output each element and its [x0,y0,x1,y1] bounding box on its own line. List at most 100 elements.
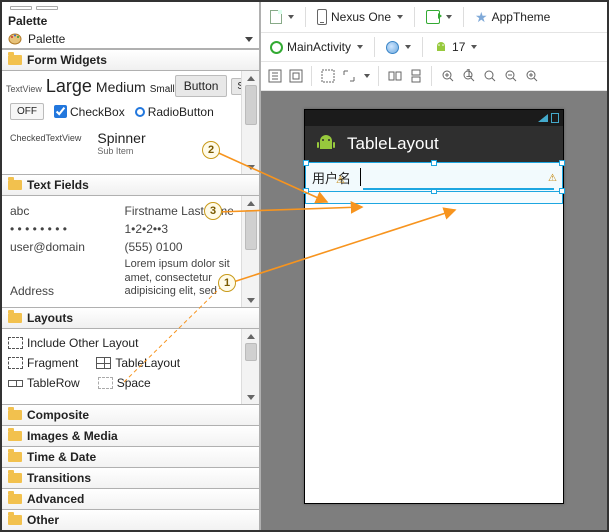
scroll-up-icon[interactable] [247,76,255,81]
section-title: Images & Media [27,429,118,443]
warning-icon[interactable]: ⚠ [548,173,558,183]
tf-address[interactable]: Address [10,284,119,298]
palette-label: Palette [28,32,65,46]
section-composite[interactable]: Composite [2,404,259,425]
section-title: Advanced [27,492,84,506]
orientation-icon [426,10,440,24]
layout-tablerow[interactable]: TableRow [8,376,80,390]
preview-panel: Nexus One ★ AppTheme MainActivity [260,2,607,530]
form-widgets-scrollbar[interactable] [241,71,259,174]
textview-label[interactable]: TextView [6,84,42,94]
orientation-chooser[interactable] [423,7,455,27]
section-images-media[interactable]: Images & Media [2,425,259,446]
layout-label: Space [117,376,151,390]
toggle-viewport-icon[interactable] [267,69,282,84]
warning-icon[interactable]: ⚠ [336,175,346,185]
section-transitions[interactable]: Transitions [2,467,259,488]
text-large[interactable]: Large [46,76,92,97]
folder-icon [8,452,22,462]
folder-icon [8,515,22,525]
layout-orient-h-icon[interactable] [387,69,402,84]
section-other[interactable]: Other [2,509,259,530]
edittext-widget[interactable] [363,164,554,190]
checked-textview[interactable]: CheckedTextView [10,133,81,143]
scroll-up-icon[interactable] [247,201,255,206]
tf-email[interactable]: user@domain [10,240,119,254]
fragment-icon [8,357,23,369]
config-toolbar-2: MainActivity 17 [261,33,607,62]
resize-handle[interactable] [559,160,565,166]
status-bar [305,110,563,126]
checkbox-input[interactable] [54,105,67,118]
scroll-thumb[interactable] [245,85,257,125]
theme-chooser[interactable]: ★ AppTheme [472,7,553,27]
section-title: Other [27,513,59,527]
app-root: Palette Palette Form Widgets TextView La… [0,0,609,532]
zoom-in-icon[interactable] [524,69,539,84]
scroll-down-icon[interactable] [247,298,255,303]
scroll-up-icon[interactable] [247,334,255,339]
spinner-sub: Sub Item [97,146,145,156]
widget-button[interactable]: Button [175,75,228,97]
api-chooser[interactable]: 17 [431,37,480,57]
layout-orient-v-icon[interactable] [408,69,423,84]
layout-fragment[interactable]: Fragment [8,356,78,370]
toggle-off[interactable]: OFF [10,103,44,120]
layout-space[interactable]: Space [98,376,151,390]
layout-include[interactable]: Include Other Layout [8,336,138,350]
dock-handle[interactable] [2,2,259,14]
text-cursor [360,168,361,186]
section-text-fields-header[interactable]: Text Fields [2,174,259,196]
zoom-out-icon[interactable] [503,69,518,84]
tablerow-selected[interactable]: 用户名 ⚠ ⚠ [305,162,563,192]
toggle-outline-icon[interactable] [288,69,303,84]
scroll-down-icon[interactable] [247,165,255,170]
section-advanced[interactable]: Advanced [2,488,259,509]
tf-plain[interactable]: abc [10,204,119,218]
palette-window-title: Palette [2,14,259,30]
device-chooser[interactable]: Nexus One [314,6,406,28]
widget-spinner[interactable]: Spinner Sub Item [97,130,145,156]
config-chooser[interactable] [267,7,297,27]
scroll-down-icon[interactable] [247,395,255,400]
palette-header: Palette [2,30,259,49]
section-form-widgets-header[interactable]: Form Widgets [2,49,259,71]
text-fields-scrollbar[interactable] [241,196,259,307]
layout-content[interactable]: 用户名 ⚠ ⚠ [305,162,563,503]
design-canvas[interactable]: TableLayout 用户名 ⚠ ⚠ [261,91,607,530]
locale-chooser[interactable] [383,38,414,57]
chevron-down-icon [357,45,363,49]
activity-chooser[interactable]: MainActivity [267,37,366,57]
layouts-scrollbar[interactable] [241,329,259,404]
device-label: Nexus One [331,10,391,24]
zoom-fit-icon[interactable] [440,69,455,84]
scroll-thumb[interactable] [245,343,257,361]
layout-tablelayout[interactable]: TableLayout [96,356,180,370]
tf-password[interactable]: • • • • • • • • [10,222,119,236]
palette-menu-icon[interactable] [245,37,253,42]
text-medium[interactable]: Medium [96,79,146,95]
sheet-icon [270,10,282,24]
activity-icon [270,41,283,54]
text-small[interactable]: Small [150,84,175,95]
section-time-date[interactable]: Time & Date [2,446,259,467]
widget-radiobutton[interactable]: RadioButton [135,105,214,119]
tf-password-num[interactable]: 1•2•2••3 [125,222,234,236]
section-layouts-header[interactable]: Layouts [2,307,259,329]
show-constraints-icon[interactable] [320,69,335,84]
expand-icon[interactable] [341,69,356,84]
resize-handle[interactable] [559,188,565,194]
scroll-thumb[interactable] [245,210,257,250]
chevron-down-icon[interactable] [364,74,370,78]
radio-icon [135,107,145,117]
tf-multiline[interactable]: Lorem ipsum dolor sit amet, consectetur … [125,258,234,298]
resize-handle[interactable] [303,188,309,194]
zoom-reset-icon[interactable]: 1 [461,69,476,84]
resize-handle[interactable] [303,160,309,166]
textview-user-label[interactable]: 用户名 [306,168,357,187]
view-toolbar: 1 [261,62,607,91]
chevron-down-icon [397,15,403,19]
zoom-actual-icon[interactable] [482,69,497,84]
tf-phone[interactable]: (555) 0100 [125,240,234,254]
widget-checkbox[interactable]: CheckBox [54,105,125,119]
